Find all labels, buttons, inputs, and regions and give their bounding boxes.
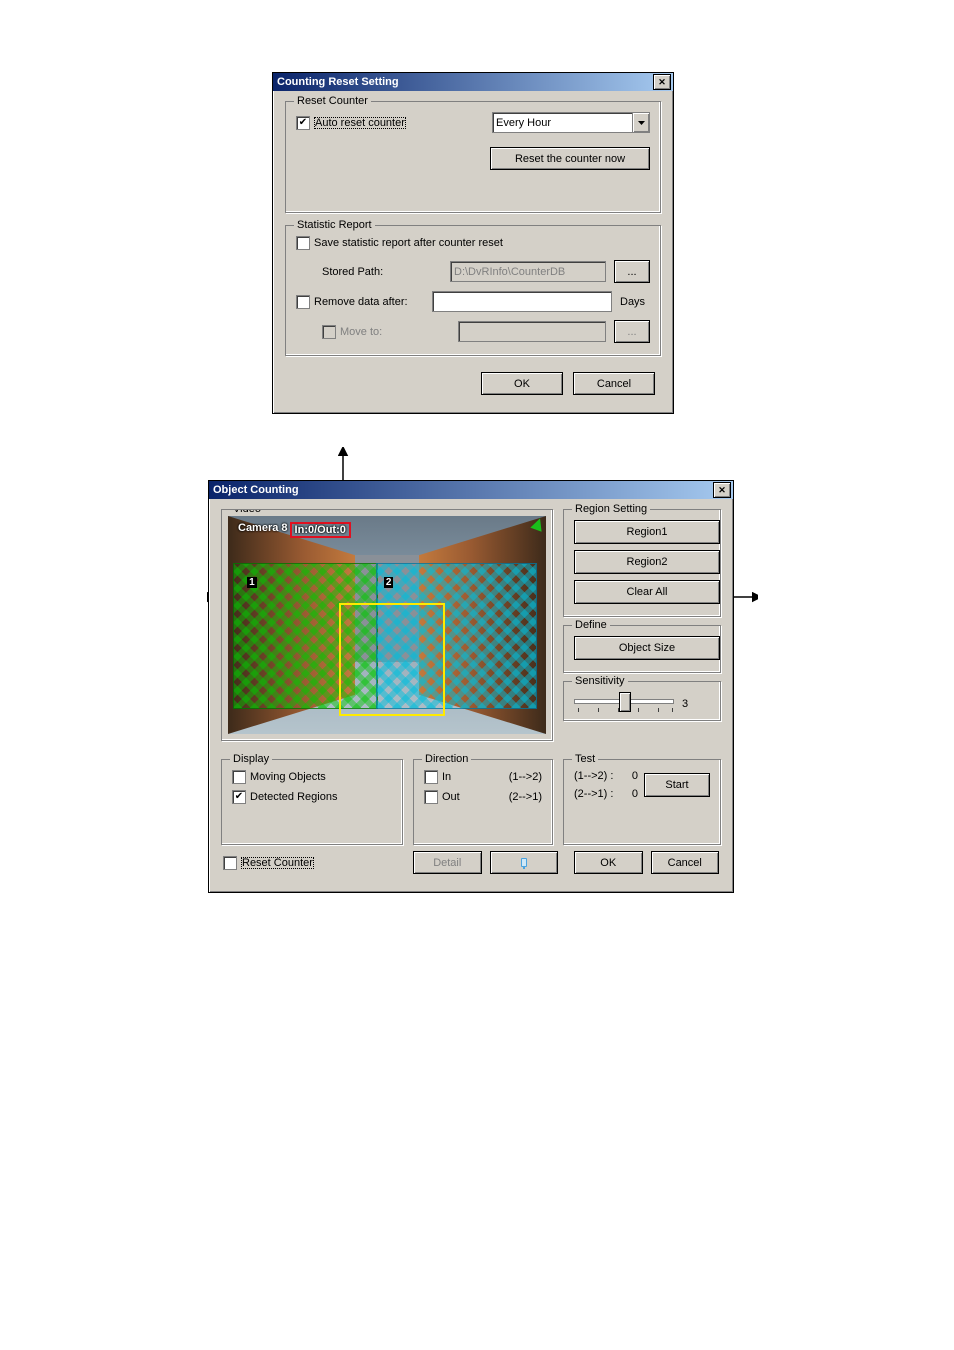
cancel-button[interactable]: Cancel [573,372,655,395]
stored-path-browse-button[interactable]: ... [614,260,650,283]
save-report-checkbox[interactable]: Save statistic report after counter rese… [296,236,650,250]
titlebar[interactable]: Counting Reset Setting ✕ [273,73,673,91]
region-setting-group: Region Setting Region1 Region2 Clear All [563,509,721,617]
days-label: Days [620,296,650,308]
stored-path-label: Stored Path: [296,266,442,278]
checkbox-icon [424,770,438,784]
test-group: Test (1-->2) : 0 (2-->1) : 0 Start [563,759,721,845]
checkbox-icon [424,790,438,804]
remove-data-checkbox[interactable]: Remove data after: [296,295,424,309]
reset-counter-group: Reset Counter ✔ Auto reset counter Every… [285,101,661,213]
object-counting-dialog: Object Counting ✕ Video 1 2 [208,480,734,893]
checkbox-icon: ✔ [232,790,246,804]
test-row2-value: 0 [632,788,638,800]
moving-objects-checkbox[interactable]: Moving Objects [232,770,392,784]
detected-regions-label: Detected Regions [250,791,337,803]
sensitivity-slider[interactable] [574,692,674,716]
video-overlay-label: Camera 8 In:0/Out:0 [236,522,351,538]
define-group: Define Object Size [563,625,721,673]
checkbox-icon [223,856,237,870]
reset-counter-checkbox[interactable]: Reset Counter [223,856,383,870]
group-legend: Display [230,753,272,765]
checkbox-icon [296,236,310,250]
move-to-browse-button: ... [614,320,650,343]
direction-out-arrow-label: (2-->1) [509,791,542,803]
info-tool-button[interactable] [490,851,559,874]
move-to-checkbox: Move to: [296,325,450,339]
object-size-box [339,603,445,716]
object-size-button[interactable]: Object Size [574,636,720,660]
group-legend: Region Setting [572,503,650,515]
clear-all-button[interactable]: Clear All [574,580,720,604]
region1-marker: 1 [247,577,257,588]
group-legend: Sensitivity [572,675,628,687]
cancel-button[interactable]: Cancel [651,851,720,874]
checkbox-icon [232,770,246,784]
chevron-down-icon [632,113,649,132]
remove-data-label: Remove data after: [314,296,408,308]
video-preview[interactable]: 1 2 Camera 8 In:0/Out:0 [228,516,546,734]
checkbox-icon [296,295,310,309]
move-to-label: Move to: [340,326,382,338]
save-report-label: Save statistic report after counter rese… [314,237,503,249]
counting-reset-setting-dialog: Counting Reset Setting ✕ Reset Counter ✔… [272,72,674,414]
sensitivity-value: 3 [682,698,688,710]
direction-in-label: In [442,771,451,783]
close-icon[interactable]: ✕ [653,74,671,90]
group-legend: Statistic Report [294,219,375,231]
region2-button[interactable]: Region2 [574,550,720,574]
video-group: Video 1 2 Camera 8 In:0/Out:0 [221,509,553,741]
detected-regions-checkbox[interactable]: ✔ Detected Regions [232,790,392,804]
test-row2-label: (2-->1) : [574,788,613,800]
auto-reset-counter-checkbox[interactable]: ✔ Auto reset counter [296,116,406,130]
group-legend: Video [230,509,264,515]
dialog-title: Counting Reset Setting [275,76,653,88]
sensitivity-group: Sensitivity 3 [563,681,721,721]
ok-button[interactable]: OK [574,851,643,874]
checkbox-icon [322,325,336,339]
test-row1-value: 0 [632,770,638,782]
remove-data-days-field[interactable] [432,291,612,312]
in-out-counts-label: In:0/Out:0 [290,522,351,538]
direction-out-checkbox[interactable]: Out [424,790,460,804]
reset-counter-now-button[interactable]: Reset the counter now [490,147,650,170]
auto-reset-counter-label: Auto reset counter [314,117,406,129]
reset-interval-value: Every Hour [493,117,632,129]
reset-counter-label: Reset Counter [241,857,314,869]
ok-button[interactable]: OK [481,372,563,395]
direction-in-checkbox[interactable]: In [424,770,451,784]
region1-button[interactable]: Region1 [574,520,720,544]
detail-button: Detail [413,851,482,874]
display-group: Display Moving Objects ✔ Detected Region… [221,759,403,845]
dialog-title: Object Counting [211,484,713,496]
test-row1-label: (1-->2) : [574,770,613,782]
close-icon[interactable]: ✕ [713,482,731,498]
statistic-report-group: Statistic Report Save statistic report a… [285,225,661,356]
group-legend: Test [572,753,598,765]
camera-name-label: Camera 8 [236,522,290,538]
titlebar[interactable]: Object Counting ✕ [209,481,733,499]
direction-group: Direction In (1-->2) Out (2-->1) [413,759,553,845]
region2-marker: 2 [384,577,394,588]
group-legend: Reset Counter [294,95,371,107]
move-to-field [458,321,606,342]
start-button[interactable]: Start [644,773,710,797]
group-legend: Direction [422,753,471,765]
info-icon [518,856,530,870]
stored-path-field: D:\DvRInfo\CounterDB [450,261,606,282]
reset-interval-select[interactable]: Every Hour [492,112,650,133]
moving-objects-label: Moving Objects [250,771,326,783]
group-legend: Define [572,619,610,631]
direction-in-arrow-label: (1-->2) [509,771,542,783]
direction-out-label: Out [442,791,460,803]
checkbox-icon: ✔ [296,116,310,130]
